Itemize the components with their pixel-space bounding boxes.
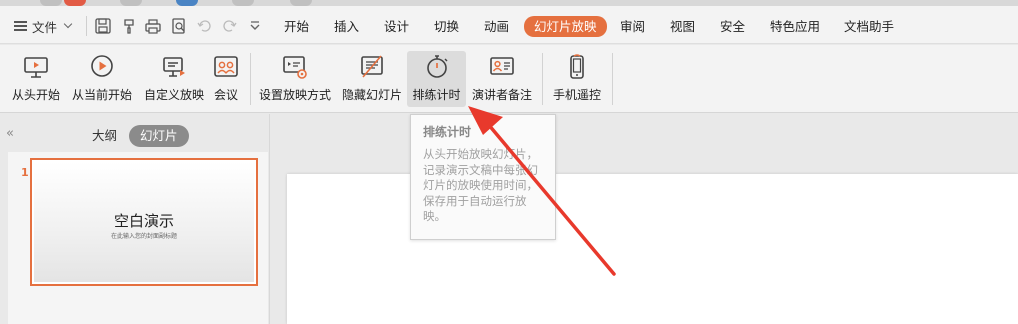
tooltip-line: 从头开始放映幻灯片， — [423, 147, 538, 161]
stopwatch-icon — [426, 55, 448, 78]
tooltip-line: 记录演示文稿中每张幻 — [423, 162, 538, 177]
button-label: 隐藏幻灯片 — [341, 88, 402, 102]
play-from-start-button[interactable]: 从头开始 — [10, 51, 62, 107]
tooltip-line: 映。 — [423, 209, 446, 223]
tab-transitions[interactable]: 切换 — [434, 17, 459, 37]
tooltip-title: 排练计时 — [423, 125, 472, 139]
tab-animation[interactable]: 动画 — [484, 17, 509, 37]
slide-thumbnail[interactable]: 空白演示 在此输入您的封面副标题 — [30, 158, 258, 286]
custom-show-button[interactable]: 自定义放映 — [142, 51, 206, 107]
button-label: 从头开始 — [11, 88, 60, 102]
tab-home[interactable]: 开始 — [284, 17, 309, 37]
meeting-icon — [214, 56, 238, 77]
thumbnail-subtitle: 在此输入您的封面副标题 — [110, 233, 177, 240]
menu-bar: 文件 开始 插入 设计 切换 动画 幻灯片放映 审阅 视图 安全 特色应用 文档… — [0, 6, 1018, 44]
redo-icon[interactable] — [220, 17, 238, 35]
rehearse-timings-tooltip: 排练计时 从头开始放映幻灯片， 记录演示文稿中每张幻 灯片的放映使用时间， 保存… — [410, 114, 556, 240]
tab-security[interactable]: 安全 — [720, 17, 745, 37]
tooltip-line: 保存用于自动运行放 — [423, 193, 527, 208]
tab-special-apps[interactable]: 特色应用 — [770, 17, 820, 37]
tab-view[interactable]: 视图 — [670, 17, 695, 37]
button-label: 排练计时 — [412, 88, 461, 102]
button-label: 从当前开始 — [71, 88, 132, 102]
meeting-button[interactable]: 会议 — [210, 51, 242, 107]
thumbnail-background: 空白演示 在此输入您的封面副标题 — [34, 162, 254, 282]
setup-show-icon — [283, 56, 307, 79]
phone-remote-button[interactable]: 手机遥控 — [550, 51, 604, 107]
button-label: 手机遥控 — [552, 88, 601, 102]
collapse-pane-icon[interactable]: « — [6, 126, 14, 141]
slide-number: 1 — [21, 166, 29, 179]
format-painter-icon[interactable] — [120, 17, 138, 35]
ribbon-divider — [250, 53, 251, 105]
tab-doc-assistant[interactable]: 文档助手 — [844, 17, 894, 37]
setup-show-button[interactable]: 设置放映方式 — [256, 51, 334, 107]
tooltip-line: 灯片的放映使用时间， — [423, 178, 538, 192]
hide-slide-button[interactable]: 隐藏幻灯片 — [340, 51, 404, 107]
save-icon[interactable] — [94, 17, 112, 35]
play-from-current-icon — [91, 55, 113, 77]
slide-page[interactable] — [287, 174, 1018, 324]
tab-slides[interactable]: 幻灯片 — [129, 125, 189, 147]
tab-design[interactable]: 设计 — [384, 17, 409, 37]
more-dropdown-icon[interactable] — [246, 17, 264, 35]
custom-show-icon — [163, 57, 185, 77]
tab-slideshow[interactable]: 幻灯片放映 — [524, 16, 607, 37]
tab-insert[interactable]: 插入 — [334, 17, 359, 37]
button-label: 演讲者备注 — [471, 88, 532, 102]
file-menu-label: 文件 — [32, 19, 58, 35]
ribbon-divider — [612, 53, 613, 105]
ribbon-divider — [542, 53, 543, 105]
ribbon-toolbar: 从头开始 从当前开始 自定义放映 会议 设置放映方式 隐藏幻灯片 排练计时 演讲… — [0, 45, 1018, 113]
thumbnail-title: 空白演示 — [113, 212, 174, 230]
tab-outline[interactable]: 大纲 — [92, 125, 117, 147]
button-label: 自定义放映 — [143, 88, 204, 102]
speaker-notes-icon — [490, 57, 514, 75]
button-label: 会议 — [213, 88, 238, 102]
menu-icon — [14, 21, 27, 31]
print-icon[interactable] — [144, 17, 162, 35]
undo-icon[interactable] — [196, 17, 214, 35]
hide-slide-icon — [361, 55, 383, 78]
chevron-down-icon — [63, 19, 73, 29]
file-menu[interactable]: 文件 — [14, 15, 73, 37]
divider — [86, 16, 87, 36]
play-from-start-icon — [24, 57, 48, 78]
play-from-current-button[interactable]: 从当前开始 — [70, 51, 134, 107]
print-preview-icon[interactable] — [170, 17, 188, 35]
tab-review[interactable]: 审阅 — [620, 17, 645, 37]
phone-remote-icon — [570, 54, 584, 79]
speaker-notes-button[interactable]: 演讲者备注 — [470, 51, 534, 107]
rehearse-timings-button[interactable]: 排练计时 — [407, 51, 466, 107]
button-label: 设置放映方式 — [258, 88, 331, 102]
